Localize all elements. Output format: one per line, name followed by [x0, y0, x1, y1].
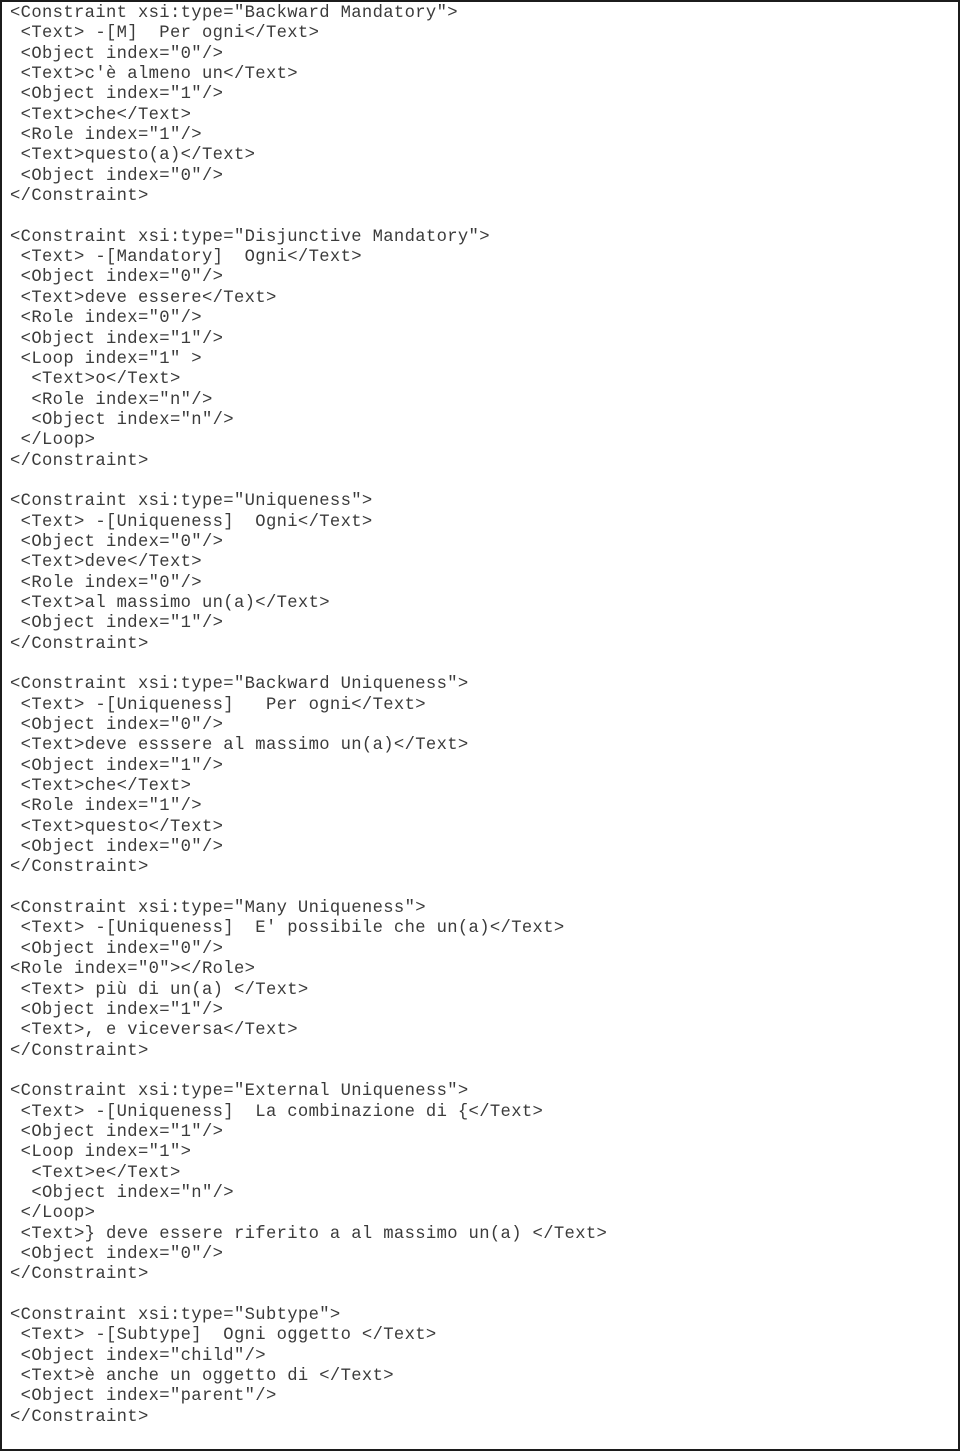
code-line: <Role index="0"></Role>: [10, 960, 256, 980]
constraint-block: <Constraint xsi:type="Backward Mandatory…: [10, 4, 956, 207]
code-line: <Text>deve essere</Text>: [10, 288, 277, 308]
code-line: <Loop index="1">: [10, 1143, 192, 1163]
code-line: <Text> -[Uniqueness] Per ogni</Text>: [10, 695, 426, 715]
code-line: <Object index="0"/>: [10, 166, 224, 186]
code-line: <Object index="0"/>: [10, 268, 224, 288]
code-line: <Object index="0"/>: [10, 44, 224, 64]
code-line: <Role index="n"/>: [10, 390, 213, 410]
code-line: <Role index="1"/>: [10, 126, 202, 146]
code-line: <Text> -[Subtype] Ogni oggetto </Text>: [10, 1326, 437, 1346]
code-line: <Text>e</Text>: [10, 1163, 181, 1183]
code-line: <Text>questo</Text>: [10, 817, 224, 837]
constraint-block: <Constraint xsi:type="Many Uniqueness"> …: [10, 899, 956, 1062]
page-frame: <Constraint xsi:type="Backward Mandatory…: [0, 0, 960, 1451]
code-line: <Object index="n"/>: [10, 1183, 234, 1203]
code-line: <Text>che</Text>: [10, 105, 192, 125]
code-line: <Object index="1"/>: [10, 85, 224, 105]
code-line: <Object index="0"/>: [10, 939, 224, 959]
code-line: <Text> -[Uniqueness] Ogni</Text>: [10, 512, 373, 532]
code-line: <Text>questo(a)</Text>: [10, 146, 256, 166]
code-line: <Object index="n"/>: [10, 410, 234, 430]
code-line: <Constraint xsi:type="Many Uniqueness">: [10, 899, 426, 919]
code-line: <Constraint xsi:type="Backward Mandatory…: [10, 4, 458, 23]
code-line: <Object index="1"/>: [10, 614, 224, 634]
code-line: <Object index="1"/>: [10, 1000, 224, 1020]
code-line: <Constraint xsi:type="Subtype">: [10, 1306, 341, 1325]
code-line: <Text>o</Text>: [10, 370, 181, 390]
code-line: <Object index="child"/>: [10, 1346, 266, 1366]
code-line: <Text>, e viceversa</Text>: [10, 1021, 298, 1041]
code-line: <Constraint xsi:type="Backward Uniquenes…: [10, 675, 469, 695]
code-line: <Text>che</Text>: [10, 777, 192, 797]
code-line: </Constraint>: [10, 1265, 149, 1285]
code-line: </Constraint>: [10, 187, 149, 207]
constraint-block: <Constraint xsi:type="Subtype"> <Text> -…: [10, 1306, 956, 1428]
code-line: <Text> -[Uniqueness] E' possibile che un…: [10, 919, 565, 939]
code-line: <Text>c'è almeno un</Text>: [10, 65, 298, 85]
code-line: <Object index="0"/>: [10, 532, 224, 552]
code-line: <Loop index="1" >: [10, 349, 202, 369]
code-line: <Text>deve</Text>: [10, 553, 202, 573]
code-line: <Object index="1"/>: [10, 1122, 224, 1142]
code-line: <Text>} deve essere riferito a al massim…: [10, 1224, 608, 1244]
code-line: <Text> -[Uniqueness] La combinazione di …: [10, 1102, 544, 1122]
xml-code-listing: <Constraint xsi:type="Backward Mandatory…: [10, 4, 956, 1447]
constraint-block: <Constraint xsi:type="External Uniquenes…: [10, 1082, 956, 1285]
code-line: </Constraint>: [10, 451, 149, 471]
constraint-block: <Constraint xsi:type="Uniqueness"> <Text…: [10, 492, 956, 655]
code-line: <Text> -[Mandatory] Ogni</Text>: [10, 248, 362, 268]
code-line: <Text>è anche un oggetto di </Text>: [10, 1367, 394, 1387]
code-line: </Constraint>: [10, 634, 149, 654]
code-line: <Role index="1"/>: [10, 797, 202, 817]
code-line: <Text> più di un(a) </Text>: [10, 980, 309, 1000]
code-line: <Object index="1"/>: [10, 756, 224, 776]
code-line: <Role index="0"/>: [10, 309, 202, 329]
code-line: </Loop>: [10, 1204, 96, 1224]
constraint-block: <Constraint xsi:type="Disjunctive Mandat…: [10, 228, 956, 472]
code-line: <Constraint xsi:type="External Uniquenes…: [10, 1082, 469, 1102]
constraint-block: <Constraint xsi:type="Backward Uniquenes…: [10, 675, 956, 878]
code-line: <Text> -[M] Per ogni</Text>: [10, 24, 320, 44]
code-line: <Constraint xsi:type="Disjunctive Mandat…: [10, 227, 490, 247]
code-line: <Role index="0"/>: [10, 573, 202, 593]
code-line: </Constraint>: [10, 858, 149, 878]
code-line: <Object index="0"/>: [10, 838, 224, 858]
code-line: <Text>deve esssere al massimo un(a)</Tex…: [10, 736, 469, 756]
code-line: </Constraint>: [10, 1041, 149, 1061]
code-line: <Object index="1"/>: [10, 329, 224, 349]
code-line: </Loop>: [10, 431, 96, 451]
code-line: <Constraint xsi:type="Uniqueness">: [10, 492, 373, 512]
code-line: </Constraint>: [10, 1407, 149, 1427]
code-line: <Object index="0"/>: [10, 1244, 224, 1264]
code-line: <Object index="0"/>: [10, 716, 224, 736]
code-line: <Text>al massimo un(a)</Text>: [10, 593, 330, 613]
code-line: <Object index="parent"/>: [10, 1387, 277, 1407]
